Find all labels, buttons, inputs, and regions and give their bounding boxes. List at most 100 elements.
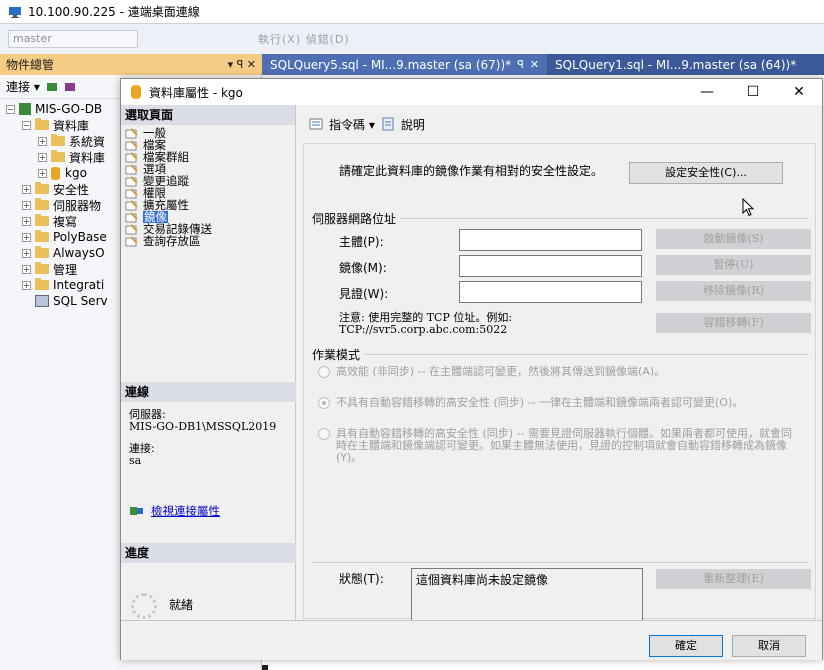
folder-icon: [35, 278, 49, 290]
ssms-toolbar: master 執行(X) 偵錯(D): [0, 24, 824, 54]
expand-icon[interactable]: +: [22, 248, 31, 258]
server-icon: [19, 103, 31, 115]
mirror-input[interactable]: [459, 255, 642, 277]
tree-node-label: 複寫: [53, 214, 78, 229]
pause-button[interactable]: 暫停(U): [656, 255, 811, 275]
tab-pin-icon[interactable]: ꟼ: [517, 58, 524, 71]
database-combo[interactable]: master: [8, 30, 138, 48]
server-network-addresses-label: 伺服器網路位址: [312, 210, 401, 227]
failover-button[interactable]: 容錯移轉(F): [656, 313, 811, 333]
witness-input[interactable]: [459, 281, 642, 303]
start-mirroring-button[interactable]: 啟動鏡像(S): [656, 229, 811, 249]
mode-high-performance-option[interactable]: 高效能 (非同步) -- 在主體端認可變更，然後將其傳送到鏡像端(A)。: [318, 366, 798, 378]
page-icon: [125, 223, 138, 234]
expand-icon[interactable]: +: [22, 280, 31, 290]
status-label: 狀態(T):: [339, 572, 384, 586]
tree-node-label: SQL Serv: [53, 294, 108, 308]
server-value: MIS-GO-DB1\MSSQL2019: [129, 420, 277, 433]
expand-icon[interactable]: +: [22, 200, 31, 210]
script-icon[interactable]: [309, 118, 323, 130]
mode-high-safety-label: 不具有自動容錯移轉的高安全性 (同步) -- 一律在主體端和鏡像端兩者認可變更(…: [336, 396, 744, 409]
mode-high-performance-label: 高效能 (非同步) -- 在主體端認可變更，然後將其傳送到鏡像端(A)。: [336, 365, 666, 378]
expand-icon[interactable]: +: [38, 152, 47, 162]
connect-db-icon[interactable]: [46, 81, 58, 93]
radio-high-safety[interactable]: [318, 397, 330, 409]
tree-node-label: 伺服器物: [53, 198, 102, 213]
help-icon[interactable]: [381, 117, 395, 131]
expand-icon[interactable]: +: [38, 136, 47, 146]
object-explorer-tab[interactable]: 物件總管 ▾ ꟼ ✕: [0, 54, 262, 75]
mouse-cursor-icon: [742, 198, 755, 217]
connection-info: 伺服器: MIS-GO-DB1\MSSQL2019 連接: sa: [129, 409, 276, 467]
disconnect-icon[interactable]: [64, 81, 76, 93]
folder-icon: [35, 262, 49, 274]
progress-spinner-icon: [131, 593, 157, 619]
database-properties-dialog: 資料庫屬性 - kgo — ☐ ✕ 選取頁面 一般 檔案 檔案群組 選項 變更追蹤 權限擴…: [120, 78, 823, 660]
expand-icon[interactable]: +: [22, 184, 31, 194]
tab-bar: 物件總管 ▾ ꟼ ✕ SQLQuery5.sql - MI...9.master…: [0, 54, 824, 75]
doc-tab-sqlquery1[interactable]: SQLQuery1.sql - MI...9.master (sa (64))*: [547, 54, 804, 75]
agent-icon: [35, 295, 49, 307]
tree-node-label: 管理: [53, 262, 78, 277]
database-icon: [131, 85, 141, 99]
tab-close-icon[interactable]: ✕: [530, 58, 539, 71]
principal-input[interactable]: [459, 229, 642, 251]
connection-label: 連接:: [129, 442, 155, 455]
page-icon: [125, 187, 138, 198]
page-icon: [125, 211, 138, 222]
principal-label: 主體(P):: [339, 235, 384, 249]
minimize-button[interactable]: —: [684, 79, 730, 105]
radio-high-safety-auto[interactable]: [318, 428, 330, 440]
expand-icon[interactable]: +: [22, 264, 31, 274]
close-button[interactable]: ✕: [776, 79, 822, 105]
script-button[interactable]: 指令碼 ▾: [329, 116, 375, 133]
dialog-title: 資料庫屬性 - kgo: [149, 85, 243, 100]
refresh-button[interactable]: 重新整理(E): [656, 569, 811, 589]
witness-label: 見證(W):: [339, 287, 389, 301]
doc-tab-label: SQLQuery1.sql - MI...9.master (sa (64))*: [555, 57, 797, 72]
radio-high-performance[interactable]: [318, 366, 330, 378]
tree-node-label: PolyBase: [53, 230, 107, 244]
ok-button[interactable]: 確定: [649, 635, 723, 657]
tcp-address-note: 注意: 使用完整的 TCP 位址。例如: TCP://svr5.corp.abc…: [339, 312, 512, 336]
page-list: 一般 檔案 檔案群組 選項 變更追蹤 權限 擴充屬性 鏡像 交易記錄傳送 查詢存放區: [121, 125, 295, 247]
object-explorer-title: 物件總管: [6, 58, 55, 72]
folder-icon: [35, 198, 49, 210]
progress-header: 進度: [121, 543, 296, 563]
collapse-icon[interactable]: −: [22, 120, 31, 130]
expand-icon[interactable]: +: [22, 232, 31, 242]
folder-icon: [35, 230, 49, 242]
cancel-button[interactable]: 取消: [732, 635, 806, 657]
doc-tab-sqlquery5[interactable]: SQLQuery5.sql - MI...9.master (sa (67))*…: [262, 54, 548, 75]
page-item[interactable]: 查詢存放區: [125, 235, 295, 247]
help-button[interactable]: 說明: [401, 116, 425, 133]
folder-icon: [35, 214, 49, 226]
tree-node-label: 系統資: [69, 134, 106, 149]
mode-high-safety-option[interactable]: 不具有自動容錯移轉的高安全性 (同步) -- 一律在主體端和鏡像端兩者認可變更(…: [318, 397, 798, 409]
page-icon: [125, 199, 138, 210]
progress-status: 就緒: [169, 598, 194, 612]
mirroring-description: 請確定此資料庫的鏡像作業有相對的安全性設定。: [339, 164, 604, 178]
maximize-button[interactable]: ☐: [730, 79, 776, 105]
mode-high-safety-auto-label: 具有自動容錯移轉的高安全性 (同步) -- 需要見證伺服器執行個體。如果兩者都可…: [336, 427, 793, 464]
group-divider: [312, 562, 809, 563]
folder-icon: [51, 150, 65, 162]
configure-security-button[interactable]: 設定安全性(C)...: [629, 162, 783, 184]
tree-node-label: MIS-GO-DB: [35, 102, 103, 116]
collapse-icon[interactable]: −: [6, 104, 15, 114]
rdp-title-bar: 10.100.90.225 - 遠端桌面連線: [0, 0, 824, 24]
mode-high-safety-auto-option[interactable]: 具有自動容錯移轉的高安全性 (同步) -- 需要見證伺服器執行個體。如果兩者都可…: [318, 428, 796, 464]
view-connection-properties-link[interactable]: 檢視連接屬性: [129, 503, 220, 519]
expand-icon[interactable]: +: [22, 216, 31, 226]
dialog-title-bar: 資料庫屬性 - kgo — ☐ ✕: [121, 79, 822, 105]
toolbar-menu-text[interactable]: 執行(X) 偵錯(D): [258, 31, 350, 47]
remove-mirroring-button[interactable]: 移除鏡像(R): [656, 281, 811, 301]
view-connection-properties-label: 檢視連接屬性: [151, 504, 220, 518]
folder-icon: [51, 134, 65, 146]
connect-button[interactable]: 連接 ▾: [6, 78, 40, 95]
tree-node-label: kgo: [65, 166, 87, 180]
dialog-footer: 確定 取消: [121, 620, 822, 660]
pin-icon[interactable]: ▾ ꟼ ✕: [228, 58, 256, 71]
expand-icon[interactable]: +: [38, 168, 47, 178]
page-icon: [125, 175, 138, 186]
